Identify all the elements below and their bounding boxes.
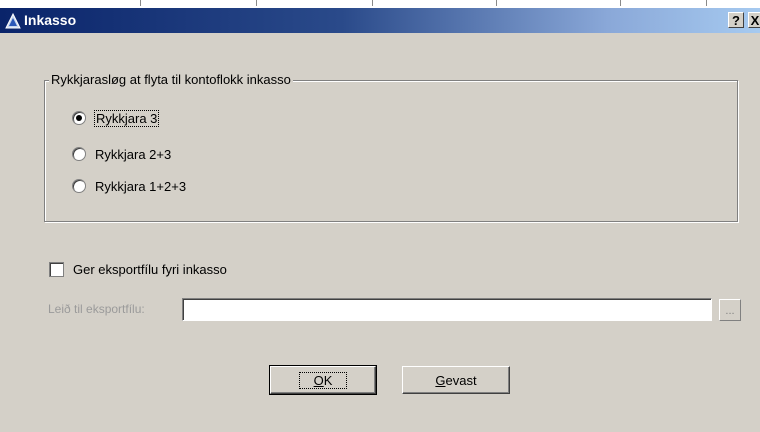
radio-rykkjara-3[interactable]: Rykkjara 3 <box>72 109 160 127</box>
export-checkbox[interactable] <box>49 262 64 277</box>
radio-rykkjara-2-3[interactable]: Rykkjara 2+3 <box>72 145 171 163</box>
radio-button[interactable] <box>72 111 86 125</box>
export-path-input[interactable] <box>182 298 712 321</box>
background-window-strip <box>0 0 760 8</box>
radio-rykkjara-1-2-3[interactable]: Rykkjara 1+2+3 <box>72 177 186 195</box>
browse-button[interactable]: ... <box>719 299 741 321</box>
export-path-label: Leið til eksportfílu: <box>48 302 145 316</box>
export-checkbox-row[interactable]: Ger eksportfílu fyri inkasso <box>49 262 227 277</box>
cancel-button-label: Gevast <box>435 373 476 388</box>
help-button[interactable]: ? <box>728 12 744 28</box>
app-triangle-icon <box>5 13 21 29</box>
ok-button-label: OK <box>298 371 348 389</box>
cancel-button[interactable]: Gevast <box>402 366 510 394</box>
ok-mnemonic: O <box>313 372 324 388</box>
close-button[interactable]: X <box>748 12 760 28</box>
radio-button[interactable] <box>72 147 86 161</box>
window-title: Inkasso <box>24 12 77 28</box>
radio-button[interactable] <box>72 179 86 193</box>
radio-label: Rykkjara 1+2+3 <box>95 178 187 194</box>
cancel-label-rest: evast <box>445 372 477 388</box>
title-bar[interactable]: Inkasso ? X <box>0 8 760 33</box>
groupbox-legend: Rykkjarasløg at flyta til kontoflokk ink… <box>49 72 293 87</box>
ok-button[interactable]: OK <box>269 365 377 395</box>
cancel-mnemonic: G <box>435 372 446 388</box>
radio-label: Rykkjara 3 <box>93 109 160 127</box>
radio-label: Rykkjara 2+3 <box>95 146 172 162</box>
radio-selected-dot <box>76 115 82 121</box>
export-checkbox-label: Ger eksportfílu fyri inkasso <box>73 262 227 277</box>
ok-label-rest: K <box>323 372 333 388</box>
